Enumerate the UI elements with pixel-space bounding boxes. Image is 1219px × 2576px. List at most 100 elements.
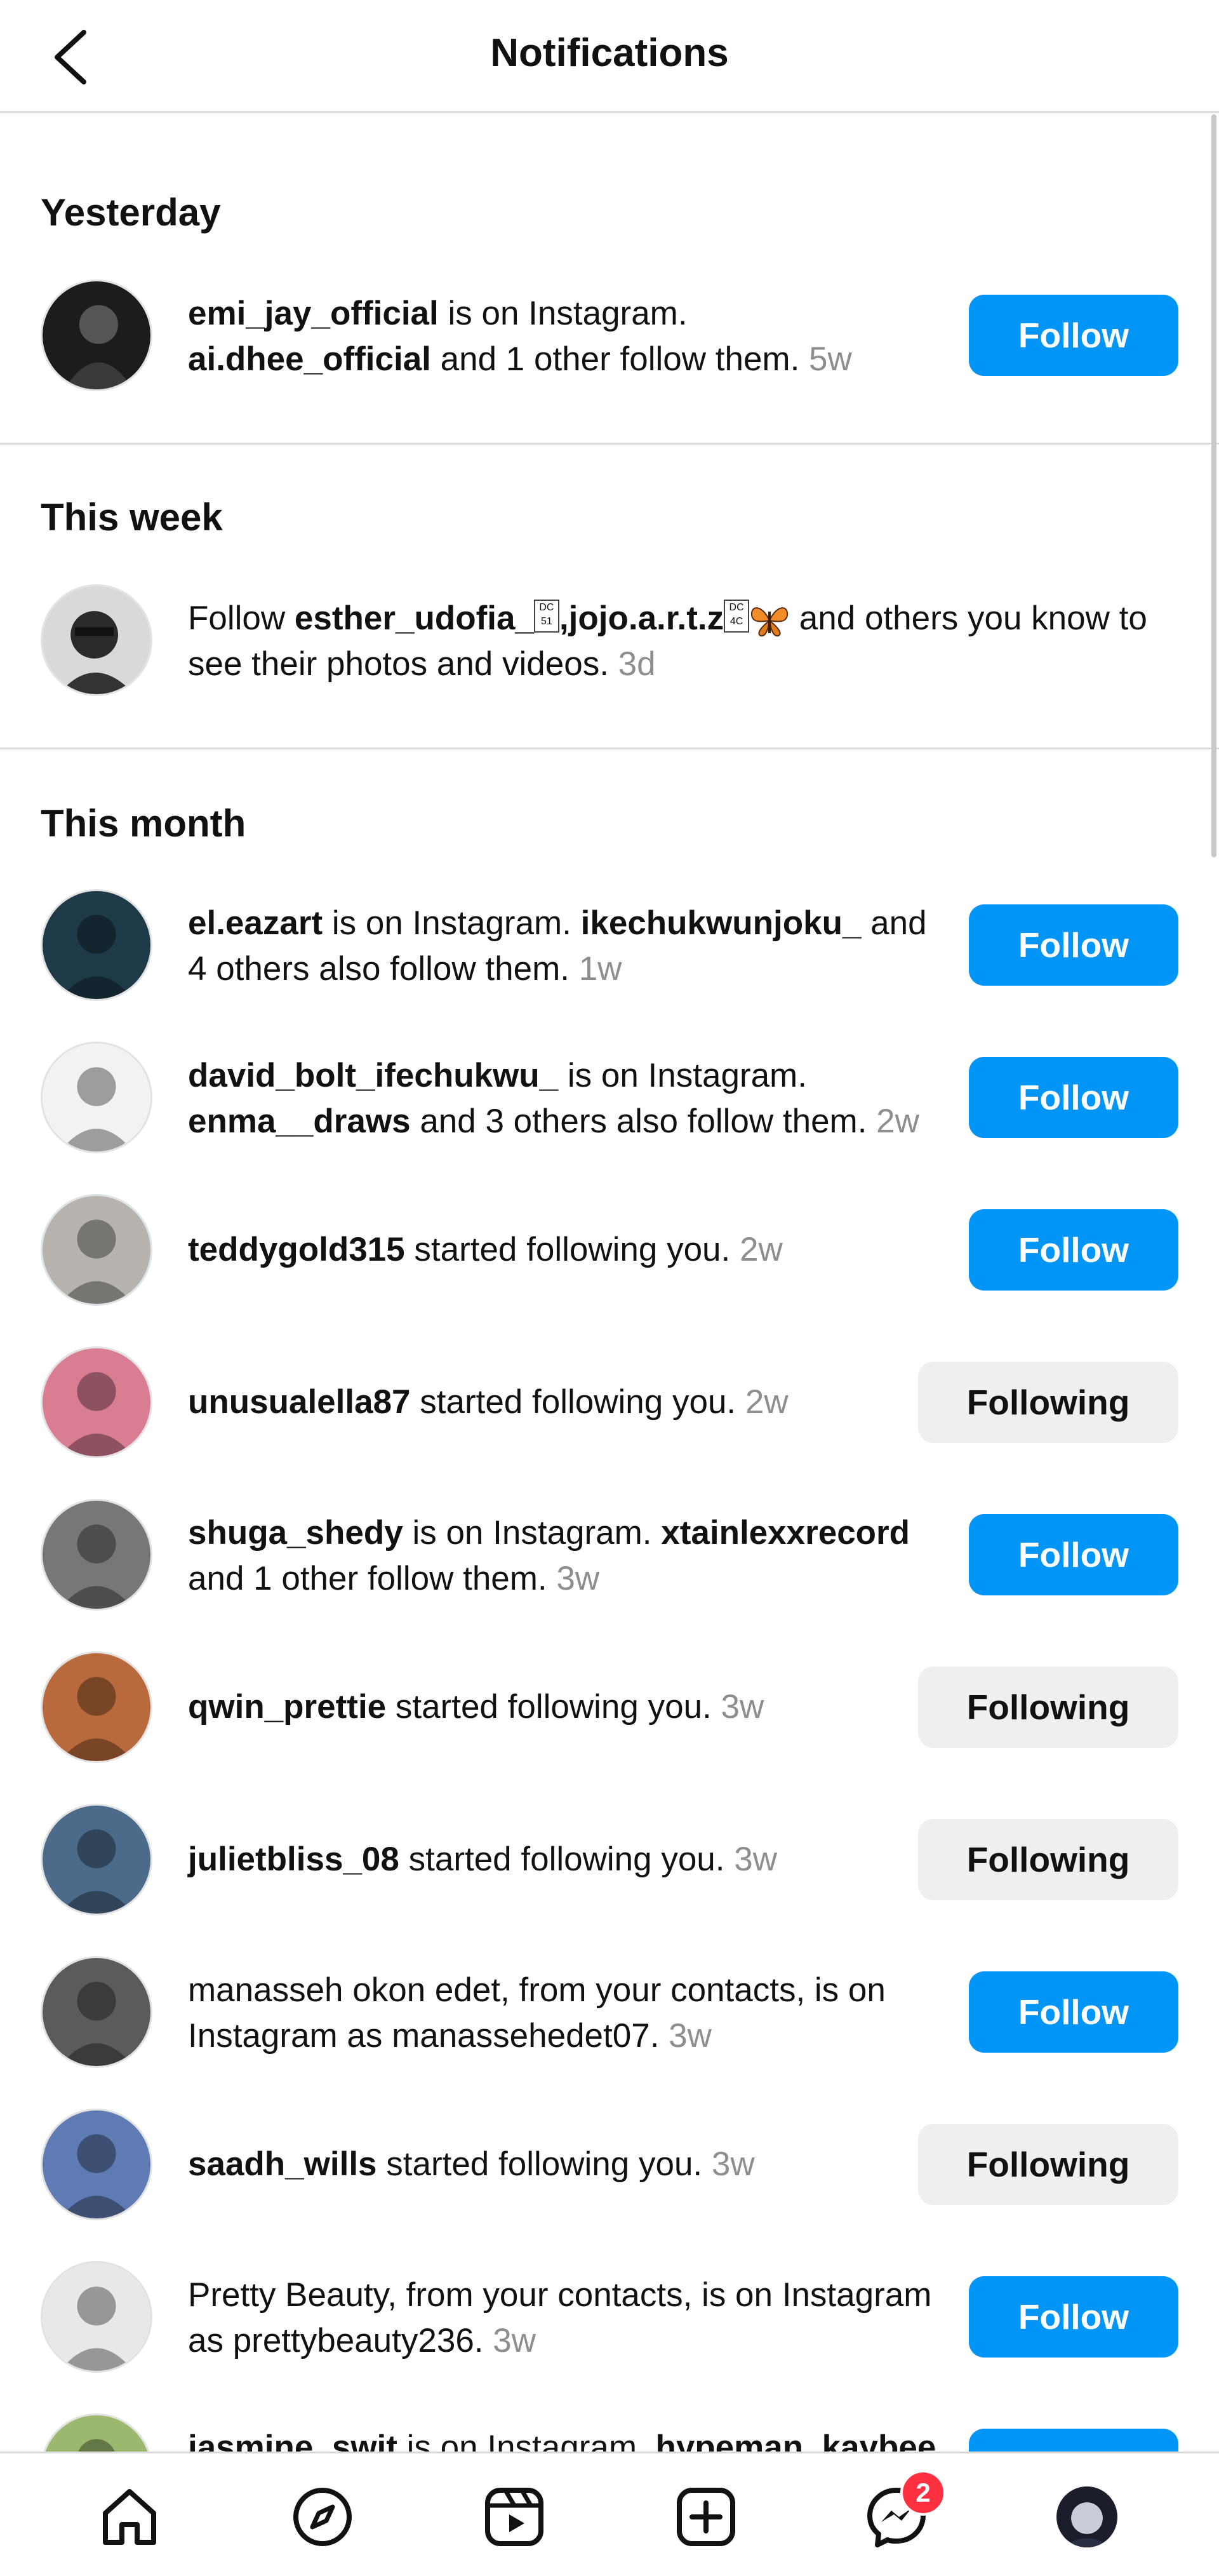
follow-button[interactable]: Follow [969,904,1178,986]
create-icon [677,2488,735,2546]
following-button[interactable]: Following [918,1667,1178,1748]
follow-button[interactable]: Follow [969,1514,1178,1595]
notification-body: Follow [188,600,295,637]
profile-avatar [1056,2486,1117,2547]
following-button[interactable]: Following [918,1362,1178,1443]
notification-body: started following you. [376,2145,712,2183]
username-link[interactable]: saadh_wills [188,2145,377,2183]
scrollbar[interactable] [1211,114,1216,857]
avatar[interactable] [41,1042,152,1153]
notification-row[interactable]: manasseh okon edet, from your contacts, … [0,1956,1219,2068]
timestamp: 2w [745,1383,789,1421]
username-link[interactable]: ai.dhee_official [188,340,431,378]
avatar[interactable] [41,1804,152,1915]
timestamp: 3w [721,1688,764,1726]
timestamp: 2w [876,1103,919,1140]
following-button[interactable]: Following [918,2124,1178,2205]
notification-text: Follow esther_udofia_ DC 51 ,jojo.a.r.t.z D… [188,596,1166,687]
unread-badge: 2 [900,2470,946,2516]
separator: , [559,600,569,637]
notification-body: is on Instagram. [403,1514,662,1552]
notification-text: shuga_shedy is on Instagram. xtainlexxre… [188,1510,937,1602]
notification-row[interactable]: teddygold315 started following you. 2w Fo… [0,1194,1219,1306]
notification-row[interactable]: el.eazart is on Instagram. ikechukwunjok… [0,889,1219,1001]
nav-create[interactable] [668,2479,744,2555]
notification-body: started following you. [410,1383,745,1421]
unsupported-glyph: DC 51 [533,600,559,633]
follow-button[interactable]: Follow [969,295,1178,376]
following-button[interactable]: Following [918,1819,1178,1900]
follow-button[interactable]: Follow [969,1057,1178,1138]
username-link[interactable]: qwin_prettie [188,1688,386,1726]
username-link[interactable]: xtainlexxrecord [661,1514,910,1552]
notification-body: is on Instagram. [438,295,688,332]
notification-row[interactable]: emi_jay_official is on Instagram. ai.dhe… [0,279,1219,391]
timestamp: 5w [809,340,852,378]
notification-row[interactable]: shuga_shedy is on Instagram. xtainlexxre… [0,1499,1219,1611]
divider [0,443,1219,445]
avatar[interactable] [41,2109,152,2220]
username-link[interactable]: david_bolt_ifechukwu_ [188,1057,558,1094]
username-link[interactable]: ikechukwunjoku_ [581,904,862,942]
username-link[interactable]: el.eazart [188,904,323,942]
nav-profile[interactable] [1049,2479,1125,2555]
avatar[interactable] [41,1194,152,1306]
follow-button[interactable]: Follow [969,1971,1178,2053]
nav-home[interactable] [91,2479,168,2555]
notification-body: and 1 other follow them. [188,1560,557,1597]
timestamp: 3w [493,2322,536,2359]
notification-row[interactable]: qwin_prettie started following you. 3w Fo… [0,1651,1219,1763]
username-link[interactable]: julietbliss_08 [188,1841,399,1878]
notification-body: and 3 others also follow them. [410,1103,877,1140]
notification-row[interactable]: Pretty Beauty, from your contacts, is on… [0,2261,1219,2373]
avatar[interactable] [41,2261,152,2373]
timestamp: 3w [711,2145,755,2183]
unsupported-glyph: DC 4C [724,600,750,633]
page-title: Notifications [490,31,729,75]
section-title-yesterday: Yesterday [41,191,221,234]
explore-icon [293,2488,352,2546]
follow-button[interactable]: Follow [969,2276,1178,2358]
notification-body: is on Instagram. [558,1057,807,1094]
avatar[interactable] [41,1346,152,1458]
timestamp: 3w [669,2017,712,2055]
nav-messenger[interactable]: 2 [858,2470,946,2555]
notification-body: started following you. [404,1231,740,1268]
avatar[interactable] [41,1956,152,2068]
timestamp: 3d [618,645,656,683]
notification-row[interactable]: david_bolt_ifechukwu_ is on Instagram. e… [0,1042,1219,1153]
avatar[interactable] [41,1651,152,1763]
avatar[interactable] [41,1499,152,1611]
username-link[interactable]: shuga_shedy [188,1514,403,1552]
username-link[interactable]: unusualella87 [188,1383,411,1421]
notification-body: started following you. [386,1688,721,1726]
notification-row[interactable]: julietbliss_08 started following you. 3w… [0,1804,1219,1915]
divider [0,748,1219,749]
butterfly-icon [751,607,789,637]
home-icon [103,2489,156,2545]
notification-text: qwin_prettie started following you. 3w [188,1684,937,1730]
section-title-this-week: This week [41,496,223,539]
timestamp: 3w [734,1841,777,1878]
username-link[interactable]: jojo.a.r.t.z [569,600,724,637]
nav-reels[interactable] [476,2479,552,2555]
notification-body: and 1 other follow them. [430,340,809,378]
notification-text: julietbliss_08 started following you. 3w [188,1837,937,1882]
notification-text: Pretty Beauty, from your contacts, is on… [188,2272,937,2364]
follow-button[interactable]: Follow [969,1209,1178,1291]
avatar[interactable] [41,279,152,391]
username-link[interactable]: esther_udofia_ [295,600,534,637]
notification-body: started following you. [399,1841,735,1878]
avatar[interactable] [41,889,152,1001]
nav-explore[interactable] [284,2479,361,2555]
notification-row[interactable]: saadh_wills started following you. 3w Fol… [0,2109,1219,2220]
notification-row[interactable]: unusualella87 started following you. 2w F… [0,1346,1219,1458]
username-link[interactable]: enma__draws [188,1103,411,1140]
top-bar: Notifications [0,0,1219,113]
username-link[interactable]: teddygold315 [188,1231,405,1268]
notification-row[interactable]: Follow esther_udofia_ DC 51 ,jojo.a.r.t.z D… [0,584,1219,696]
timestamp: 2w [739,1231,783,1268]
avatar[interactable] [41,584,152,696]
notification-body: Pretty Beauty, from your contacts, is on… [188,2276,932,2359]
username-link[interactable]: emi_jay_official [188,295,439,332]
